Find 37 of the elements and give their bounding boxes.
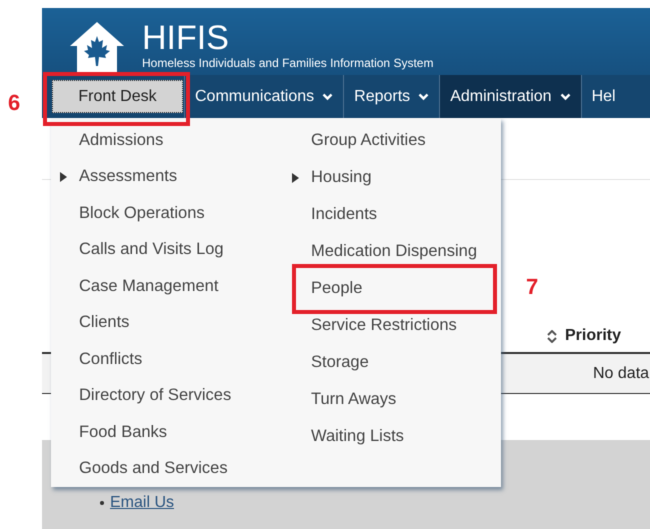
menu-item[interactable]: Food Banks [51, 420, 168, 445]
empty-message: No data [593, 364, 650, 384]
menu-item[interactable]: Medication Dispensing [283, 239, 478, 264]
app-subtitle: Homeless Individuals and Families Information System [142, 56, 434, 70]
menu-item[interactable]: Case Management [51, 274, 218, 299]
sort-icon [547, 330, 557, 342]
menu-item[interactable]: Goods and Services [51, 456, 228, 482]
chevron-down-icon [560, 92, 571, 100]
menu-item[interactable]: Turn Aways [283, 387, 396, 412]
nav-tab[interactable]: Hel [580, 75, 626, 118]
menu-item[interactable]: Group Activities [283, 128, 426, 153]
bullet-icon [100, 501, 104, 505]
chevron-down-icon [322, 92, 334, 100]
menu-item[interactable]: Waiting Lists [283, 424, 404, 449]
menu-item[interactable]: Service Restrictions [283, 313, 457, 338]
menu-item[interactable]: Directory of Services [51, 383, 232, 408]
submenu-arrow-icon [60, 172, 67, 182]
chevron-down-icon [418, 92, 430, 100]
menu-item[interactable]: Clients [51, 310, 130, 336]
menu-item[interactable]: Housing [283, 165, 372, 190]
callout-number: 7 [526, 273, 538, 301]
nav-tab[interactable]: Front Desk [52, 80, 183, 113]
nav-tab[interactable]: Administration [439, 75, 581, 118]
menu-item[interactable]: Block Operations [51, 200, 205, 226]
menu-item[interactable]: Conflicts [51, 346, 142, 372]
column-header[interactable]: Priority [547, 324, 622, 348]
menu-item[interactable]: Storage [283, 350, 369, 375]
house-maple-leaf-logo [68, 20, 126, 72]
app-title: HIFIS [142, 20, 230, 56]
email-link[interactable]: Email Us [110, 491, 174, 515]
menu-item[interactable]: Admissions [51, 128, 164, 153]
menu-item[interactable]: Assessments [51, 164, 178, 190]
menu-item[interactable]: Incidents [283, 202, 378, 227]
menu-item[interactable]: People [283, 276, 362, 301]
callout-number: 6 [8, 89, 20, 117]
submenu-arrow-icon [292, 172, 299, 182]
menu-item[interactable]: Calls and Visits Log [51, 237, 224, 262]
